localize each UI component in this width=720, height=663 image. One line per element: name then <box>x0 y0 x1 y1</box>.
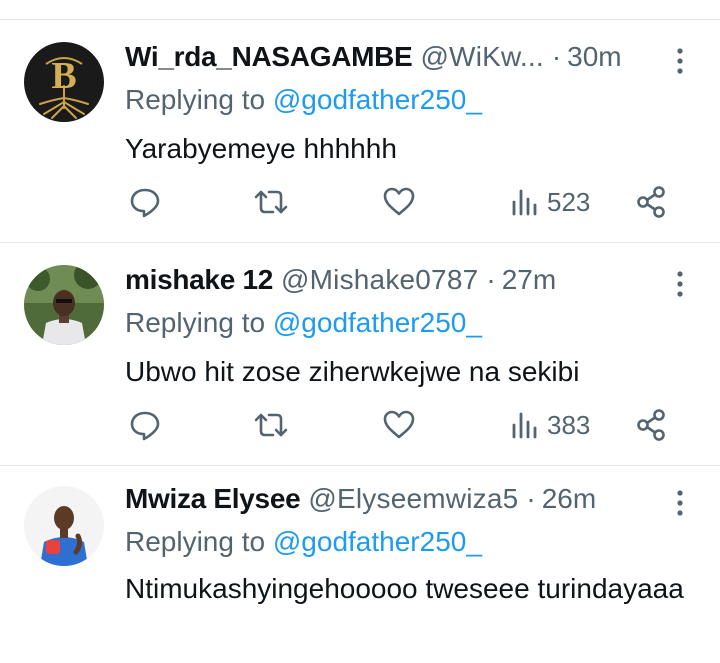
tweet-text: Ntimukashyingehooooo tweseee turindayaaa <box>125 573 684 604</box>
replying-to-line: Replying to @godfather250_ <box>125 306 482 340</box>
share-icon <box>635 408 667 442</box>
user-handle[interactable]: @Elyseemwiza5 <box>308 482 518 516</box>
analytics-icon <box>511 187 539 217</box>
tweet-reply[interactable]: Mwiza Elysee @Elyseemwiza5 · 26m Replyin… <box>0 466 720 663</box>
like-button[interactable] <box>382 182 416 222</box>
replying-prefix: Replying to <box>125 307 273 338</box>
tweet-header: Wi_rda_NASAGAMBE @WiKw... · 30m <box>125 40 622 74</box>
timestamp[interactable]: 27m <box>502 263 556 297</box>
views-count: 523 <box>547 186 591 217</box>
separator-dot: · <box>486 264 496 295</box>
tweet-text: Ubwo hit zose ziherwkejwe na sekibi <box>125 356 580 387</box>
tweet-actions: 383 <box>0 405 720 445</box>
display-name[interactable]: Mwiza Elysee <box>125 482 301 516</box>
retweet-button[interactable] <box>253 182 289 222</box>
more-options-icon[interactable] <box>672 269 688 299</box>
replying-prefix: Replying to <box>125 526 273 557</box>
replying-to-line: Replying to @godfather250_ <box>125 83 482 117</box>
svg-text:B: B <box>51 55 76 97</box>
more-options-icon[interactable] <box>672 488 688 518</box>
replying-prefix: Replying to <box>125 84 273 115</box>
replying-to-mention[interactable]: @godfather250_ <box>273 84 482 115</box>
heart-icon <box>382 185 416 219</box>
replying-to-mention[interactable]: @godfather250_ <box>273 526 482 557</box>
share-button[interactable] <box>635 182 667 222</box>
timestamp[interactable]: 26m <box>542 482 596 516</box>
retweet-button[interactable] <box>253 405 289 445</box>
avatar[interactable]: B <box>24 42 104 122</box>
retweet-icon <box>253 185 289 219</box>
tweet-reply[interactable]: B Wi_rda_NASAGAMBE @WiKw... · 30m Replyi… <box>0 20 720 242</box>
replying-to-mention[interactable]: @godfather250_ <box>273 307 482 338</box>
display-name[interactable]: mishake 12 <box>125 263 273 297</box>
avatar[interactable] <box>24 265 104 345</box>
user-handle[interactable]: @Mishake0787 <box>281 263 478 297</box>
reply-button[interactable] <box>128 405 162 445</box>
user-handle[interactable]: @WiKw... <box>420 40 543 74</box>
like-button[interactable] <box>382 405 416 445</box>
separator-dot: · <box>526 483 536 514</box>
heart-icon <box>382 408 416 442</box>
display-name[interactable]: Wi_rda_NASAGAMBE <box>125 40 413 74</box>
share-button[interactable] <box>635 405 667 445</box>
more-options-icon[interactable] <box>672 46 688 76</box>
tweet-header: mishake 12 @Mishake0787 · 27m <box>125 263 556 297</box>
tweet-reply[interactable]: mishake 12 @Mishake0787 · 27m Replying t… <box>0 243 720 465</box>
reply-icon <box>128 408 162 442</box>
reply-button[interactable] <box>128 182 162 222</box>
retweet-icon <box>253 408 289 442</box>
separator-dot: · <box>551 41 562 72</box>
timestamp[interactable]: 30m <box>567 40 621 74</box>
views-button[interactable]: 523 <box>511 182 590 222</box>
reply-icon <box>128 185 162 219</box>
tweet-header: Mwiza Elysee @Elyseemwiza5 · 26m <box>125 482 596 516</box>
tweet-actions: 523 <box>0 182 720 222</box>
views-button[interactable]: 383 <box>511 405 590 445</box>
tweet-text: Yarabyemeye hhhhhh <box>125 133 397 164</box>
avatar[interactable] <box>24 486 104 566</box>
analytics-icon <box>511 410 539 440</box>
replying-to-line: Replying to @godfather250_ <box>125 525 482 559</box>
views-count: 383 <box>547 409 591 440</box>
share-icon <box>635 185 667 219</box>
